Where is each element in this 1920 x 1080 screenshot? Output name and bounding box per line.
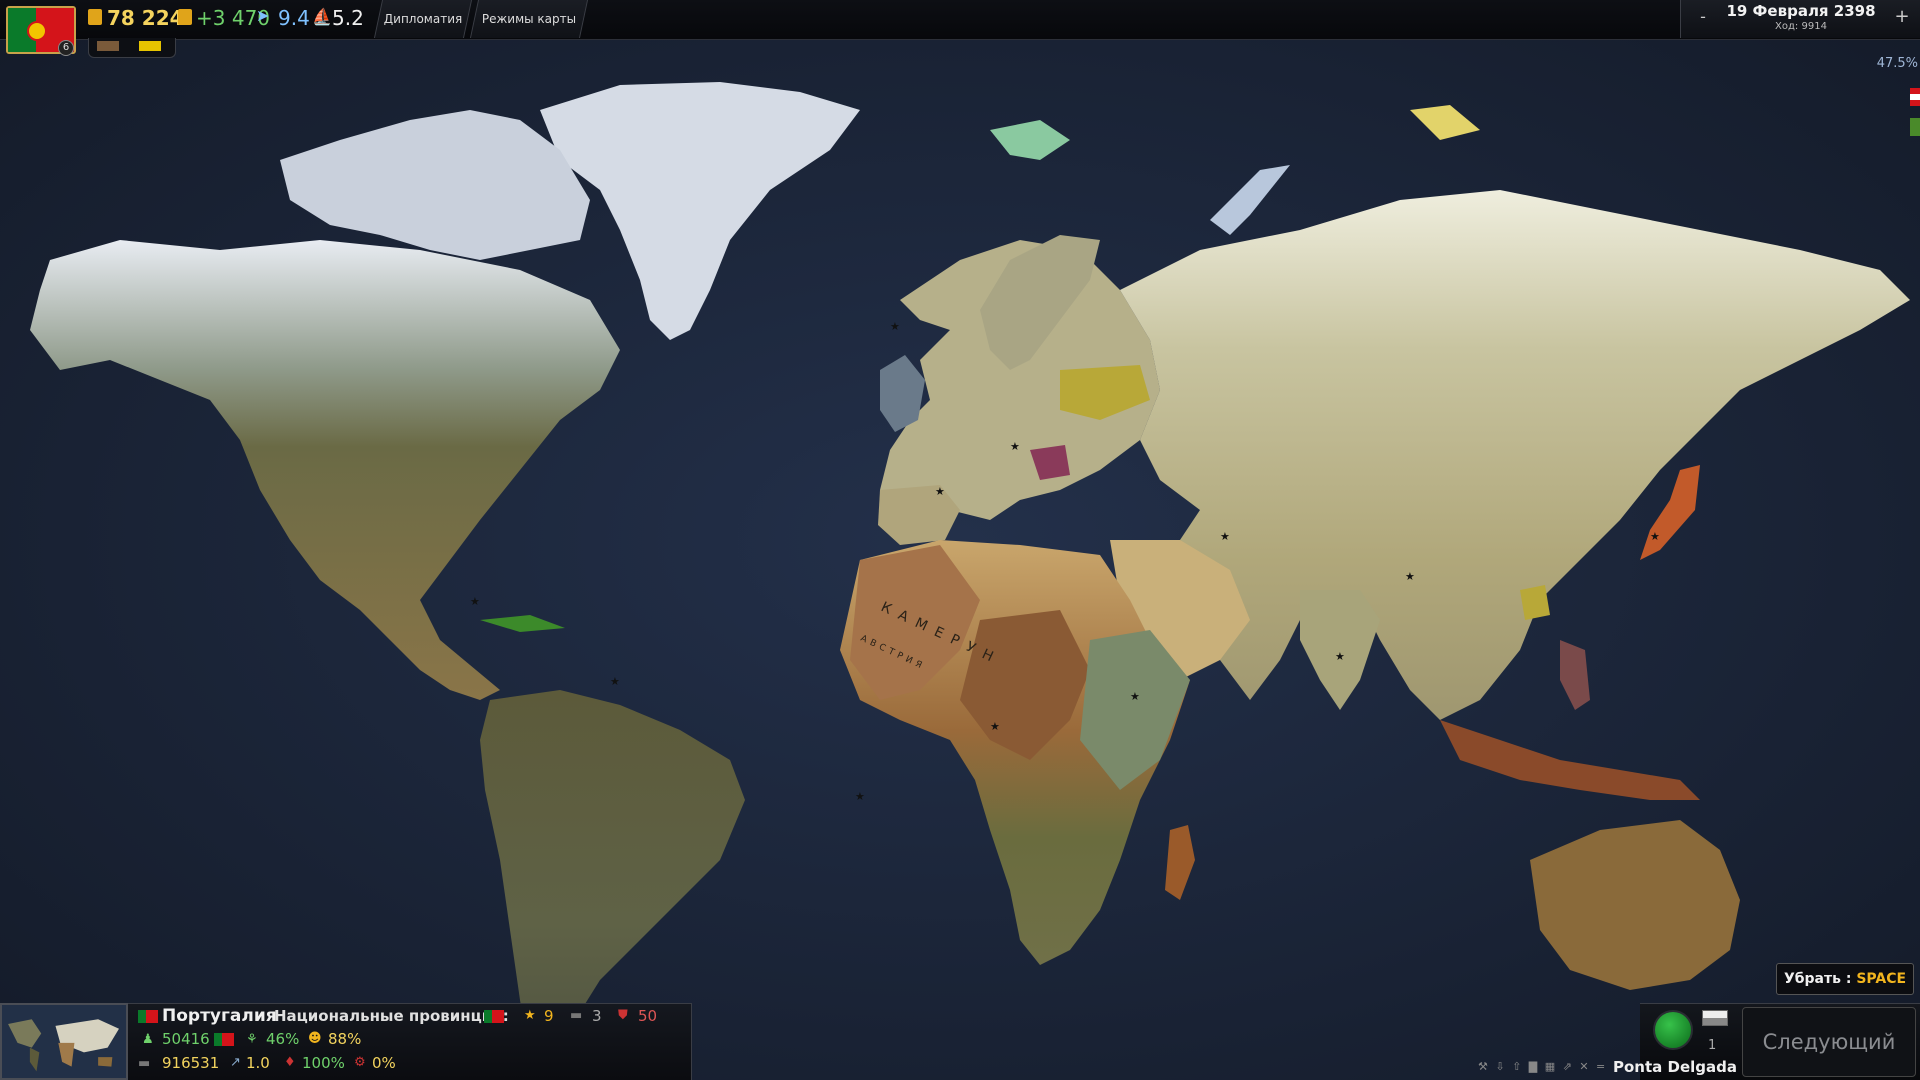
country-info-panel: Португалия Национальные провинции: ★ 9 ▬… xyxy=(128,1003,692,1080)
svg-text:★: ★ xyxy=(1220,530,1230,543)
growth-icon: ⚘ xyxy=(246,1032,258,1047)
svg-text:★: ★ xyxy=(1130,690,1140,703)
tank-icon: ▬ xyxy=(570,1008,583,1023)
map-modes-button[interactable]: Режимы карты xyxy=(469,0,589,38)
speed-down-button[interactable]: - xyxy=(1689,0,1717,38)
population-value: 50416 xyxy=(162,1030,210,1048)
world-map[interactable]: КАМЕРУН АВСТРИЯ ★ ★ ★ ★ ★ ★ ★ ★ ★ ★ ★ ★ xyxy=(0,0,1920,1080)
minimap[interactable] xyxy=(0,1003,128,1080)
ally-flag-1[interactable] xyxy=(97,41,119,51)
svg-text:★: ★ xyxy=(935,485,945,498)
other-icon: ⚙ xyxy=(354,1055,366,1070)
gold-value: 78 224 xyxy=(107,6,184,30)
ally-flag-2[interactable] xyxy=(139,41,161,51)
svg-text:★: ★ xyxy=(1010,440,1020,453)
map-modes-label: Режимы карты xyxy=(481,12,577,26)
minimap-render xyxy=(3,1005,125,1078)
status-dot-icon[interactable] xyxy=(1653,1010,1693,1050)
national-provinces-flag-icon xyxy=(484,1010,504,1023)
tech-icon: ↗ xyxy=(230,1055,241,1070)
national-provinces-label: Национальные провинции: xyxy=(274,1007,509,1025)
side-flag-1[interactable] xyxy=(1910,88,1920,106)
morale-value: 100% xyxy=(302,1054,345,1072)
svg-text:★: ★ xyxy=(855,790,865,803)
svg-text:★: ★ xyxy=(990,720,1000,733)
speed-value: 9.4 xyxy=(278,6,310,30)
army-icon: ▬ xyxy=(138,1056,151,1071)
diplomacy-label: Дипломатия xyxy=(383,12,463,26)
hide-ui-key: SPACE xyxy=(1856,971,1907,987)
gold-coin-icon xyxy=(88,9,102,25)
date-panel: - 19 Февраля 2398 Ход: 9914 + xyxy=(1680,0,1920,38)
unit-flag-icon[interactable] xyxy=(1702,1010,1728,1026)
growth-value: 46% xyxy=(266,1030,300,1048)
svg-text:★: ★ xyxy=(890,320,900,333)
shield-icon: ⛊ xyxy=(618,1008,628,1023)
china-region xyxy=(1520,585,1550,620)
population-flag-icon xyxy=(214,1033,234,1046)
speed-up-button[interactable]: + xyxy=(1888,0,1916,38)
map-toolbar-icons[interactable]: ⚒ ⇩ ⇧ ▇ ▦ ⇗ ✕ = xyxy=(1478,1060,1608,1080)
flag-emblem-icon xyxy=(27,21,47,41)
population-icon: ♟ xyxy=(142,1032,154,1047)
zoom-level: 47.5% xyxy=(1876,56,1918,71)
happiness-value: 88% xyxy=(328,1030,362,1048)
country-name[interactable]: Португалия xyxy=(162,1006,277,1026)
svg-text:★: ★ xyxy=(1405,570,1415,583)
allied-flags-tray[interactable] xyxy=(88,38,176,58)
province-name: Ponta Delgada xyxy=(1613,1058,1737,1076)
portugal-flag-icon xyxy=(138,1010,158,1023)
army-value: 916531 xyxy=(162,1054,220,1072)
star-icon: ★ xyxy=(524,1008,536,1023)
other-value: 0% xyxy=(372,1054,396,1072)
income-icon xyxy=(178,9,192,25)
ship-icon: ⛵ xyxy=(312,7,332,26)
hide-ui-label: Убрать : xyxy=(1783,971,1857,987)
happiness-icon: ☻ xyxy=(308,1031,322,1046)
turn-counter: Ход: 9914 xyxy=(1775,21,1827,32)
top-bar: 6 78 224 +3 470 ➤ 9.4 ⛵ 5.2 Дипломатия Р… xyxy=(0,0,1920,56)
stars-count: 9 xyxy=(544,1007,554,1025)
ships-value: 5.2 xyxy=(332,6,364,30)
diplomacy-button[interactable]: Дипломатия xyxy=(373,0,473,38)
flag-badge: 6 xyxy=(58,40,74,56)
speed-icon: ➤ xyxy=(256,6,270,25)
tech-value: 1.0 xyxy=(246,1054,270,1072)
svg-text:★: ★ xyxy=(610,675,620,688)
units-count: 3 xyxy=(592,1007,602,1025)
losses-count: 50 xyxy=(638,1007,658,1025)
svg-text:★: ★ xyxy=(1335,650,1345,663)
game-date: 19 Февраля 2398 xyxy=(1726,2,1876,20)
next-turn-button[interactable]: Следующий ход xyxy=(1742,1007,1916,1077)
svg-text:★: ★ xyxy=(1650,530,1660,543)
unit-count: 1 xyxy=(1708,1038,1717,1053)
hide-ui-hint: Убрать : SPACE xyxy=(1776,963,1914,995)
side-flag-2[interactable] xyxy=(1910,118,1920,136)
svg-text:★: ★ xyxy=(470,595,480,608)
morale-icon: ♦ xyxy=(284,1055,296,1070)
